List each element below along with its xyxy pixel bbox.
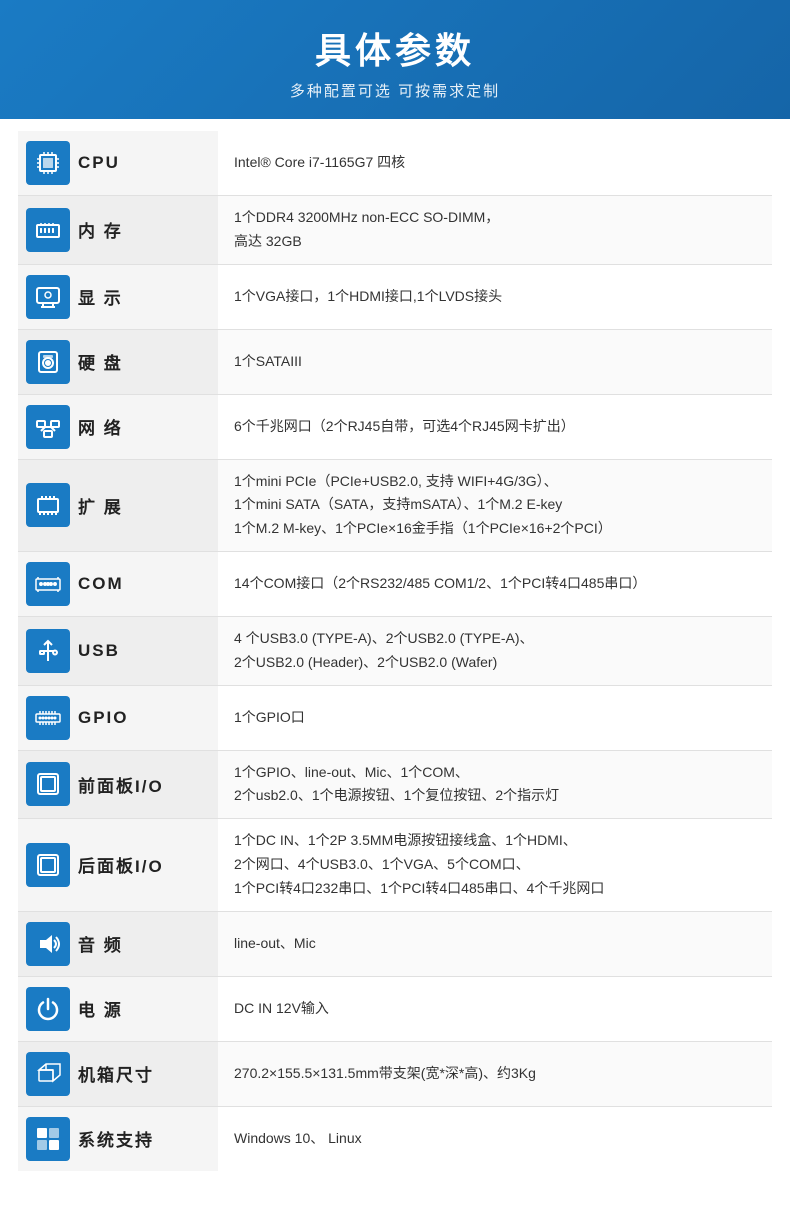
value-cell-front-panel: 1个GPIO、line-out、Mic、1个COM、2个usb2.0、1个电源按… [218, 750, 772, 819]
value-cell-memory: 1个DDR4 3200MHz non-ECC SO-DIMM，高达 32GB [218, 196, 772, 265]
spec-row-storage: 硬 盘 1个SATAIII [18, 329, 772, 394]
spec-row-memory: 内 存 1个DDR4 3200MHz non-ECC SO-DIMM，高达 32… [18, 196, 772, 265]
front-panel-icon [26, 762, 70, 806]
label-cell-os: 系统支持 [18, 1106, 218, 1171]
gpio-icon [26, 696, 70, 740]
label-text-gpio: GPIO [78, 708, 129, 728]
storage-icon [26, 340, 70, 384]
value-cell-audio: line-out、Mic [218, 911, 772, 976]
value-cell-expansion: 1个mini PCIe（PCIe+USB2.0, 支持 WIFI+4G/3G）、… [218, 459, 772, 551]
label-text-usb: USB [78, 641, 120, 661]
spec-row-cpu: CPU Intel® Core i7-1165G7 四核 [18, 131, 772, 196]
dimensions-icon [26, 1052, 70, 1096]
spec-row-os: 系统支持 Windows 10、 Linux [18, 1106, 772, 1171]
page-subtitle: 多种配置可选 可按需求定制 [0, 80, 790, 101]
rear-panel-icon [26, 843, 70, 887]
label-text-rear-panel: 后面板I/O [78, 852, 164, 877]
memory-icon [26, 208, 70, 252]
label-cell-display: 显 示 [18, 264, 218, 329]
os-icon [26, 1117, 70, 1161]
value-cell-usb: 4 个USB3.0 (TYPE-A)、2个USB2.0 (TYPE-A)、2个U… [218, 616, 772, 685]
label-text-dimensions: 机箱尺寸 [78, 1061, 154, 1086]
label-text-cpu: CPU [78, 153, 120, 173]
label-cell-power: 电 源 [18, 976, 218, 1041]
label-cell-audio: 音 频 [18, 911, 218, 976]
label-cell-dimensions: 机箱尺寸 [18, 1041, 218, 1106]
value-cell-com: 14个COM接口（2个RS232/485 COM1/2、1个PCI转4口485串… [218, 551, 772, 616]
label-text-com: COM [78, 574, 124, 594]
label-cell-expansion: 扩 展 [18, 459, 218, 551]
spec-row-usb: USB 4 个USB3.0 (TYPE-A)、2个USB2.0 (TYPE-A)… [18, 616, 772, 685]
spec-row-dimensions: 机箱尺寸 270.2×155.5×131.5mm带支架(宽*深*高)、约3Kg [18, 1041, 772, 1106]
label-cell-storage: 硬 盘 [18, 329, 218, 394]
label-text-audio: 音 频 [78, 931, 123, 956]
label-cell-usb: USB [18, 616, 218, 685]
usb-icon [26, 629, 70, 673]
value-cell-rear-panel: 1个DC IN、1个2P 3.5MM电源按钮接线盒、1个HDMI、2个网口、4个… [218, 819, 772, 911]
spec-row-network: 网 络 6个千兆网口（2个RJ45自带，可选4个RJ45网卡扩出） [18, 394, 772, 459]
label-text-network: 网 络 [78, 414, 123, 439]
spec-row-display: 显 示 1个VGA接口，1个HDMI接口,1个LVDS接头 [18, 264, 772, 329]
value-cell-display: 1个VGA接口，1个HDMI接口,1个LVDS接头 [218, 264, 772, 329]
page-title: 具体参数 [0, 22, 790, 74]
value-cell-dimensions: 270.2×155.5×131.5mm带支架(宽*深*高)、约3Kg [218, 1041, 772, 1106]
spec-row-front-panel: 前面板I/O 1个GPIO、line-out、Mic、1个COM、2个usb2.… [18, 750, 772, 819]
value-cell-power: DC IN 12V输入 [218, 976, 772, 1041]
page-header: 具体参数 多种配置可选 可按需求定制 [0, 0, 790, 119]
label-cell-network: 网 络 [18, 394, 218, 459]
network-icon [26, 405, 70, 449]
value-cell-cpu: Intel® Core i7-1165G7 四核 [218, 131, 772, 196]
spec-table-container: CPU Intel® Core i7-1165G7 四核 内 存 1个DDR4 … [0, 119, 790, 1183]
value-cell-storage: 1个SATAIII [218, 329, 772, 394]
label-cell-gpio: GPIO [18, 685, 218, 750]
label-text-front-panel: 前面板I/O [78, 772, 164, 797]
label-cell-front-panel: 前面板I/O [18, 750, 218, 819]
label-text-memory: 内 存 [78, 217, 123, 242]
spec-row-com: COM 14个COM接口（2个RS232/485 COM1/2、1个PCI转4口… [18, 551, 772, 616]
label-text-display: 显 示 [78, 284, 123, 309]
spec-table: CPU Intel® Core i7-1165G7 四核 内 存 1个DDR4 … [18, 131, 772, 1171]
display-icon [26, 275, 70, 319]
cpu-icon [26, 141, 70, 185]
label-text-power: 电 源 [78, 996, 123, 1021]
spec-row-power: 电 源 DC IN 12V输入 [18, 976, 772, 1041]
spec-row-rear-panel: 后面板I/O 1个DC IN、1个2P 3.5MM电源按钮接线盒、1个HDMI、… [18, 819, 772, 911]
spec-row-gpio: GPIO 1个GPIO口 [18, 685, 772, 750]
value-cell-network: 6个千兆网口（2个RJ45自带，可选4个RJ45网卡扩出） [218, 394, 772, 459]
expansion-icon [26, 483, 70, 527]
label-cell-cpu: CPU [18, 131, 218, 196]
spec-row-expansion: 扩 展 1个mini PCIe（PCIe+USB2.0, 支持 WIFI+4G/… [18, 459, 772, 551]
audio-icon [26, 922, 70, 966]
value-cell-gpio: 1个GPIO口 [218, 685, 772, 750]
label-cell-memory: 内 存 [18, 196, 218, 265]
spec-row-audio: 音 频 line-out、Mic [18, 911, 772, 976]
label-text-os: 系统支持 [78, 1126, 154, 1151]
com-icon [26, 562, 70, 606]
label-cell-rear-panel: 后面板I/O [18, 819, 218, 911]
label-text-storage: 硬 盘 [78, 349, 123, 374]
label-text-expansion: 扩 展 [78, 493, 123, 518]
value-cell-os: Windows 10、 Linux [218, 1106, 772, 1171]
power-icon [26, 987, 70, 1031]
label-cell-com: COM [18, 551, 218, 616]
